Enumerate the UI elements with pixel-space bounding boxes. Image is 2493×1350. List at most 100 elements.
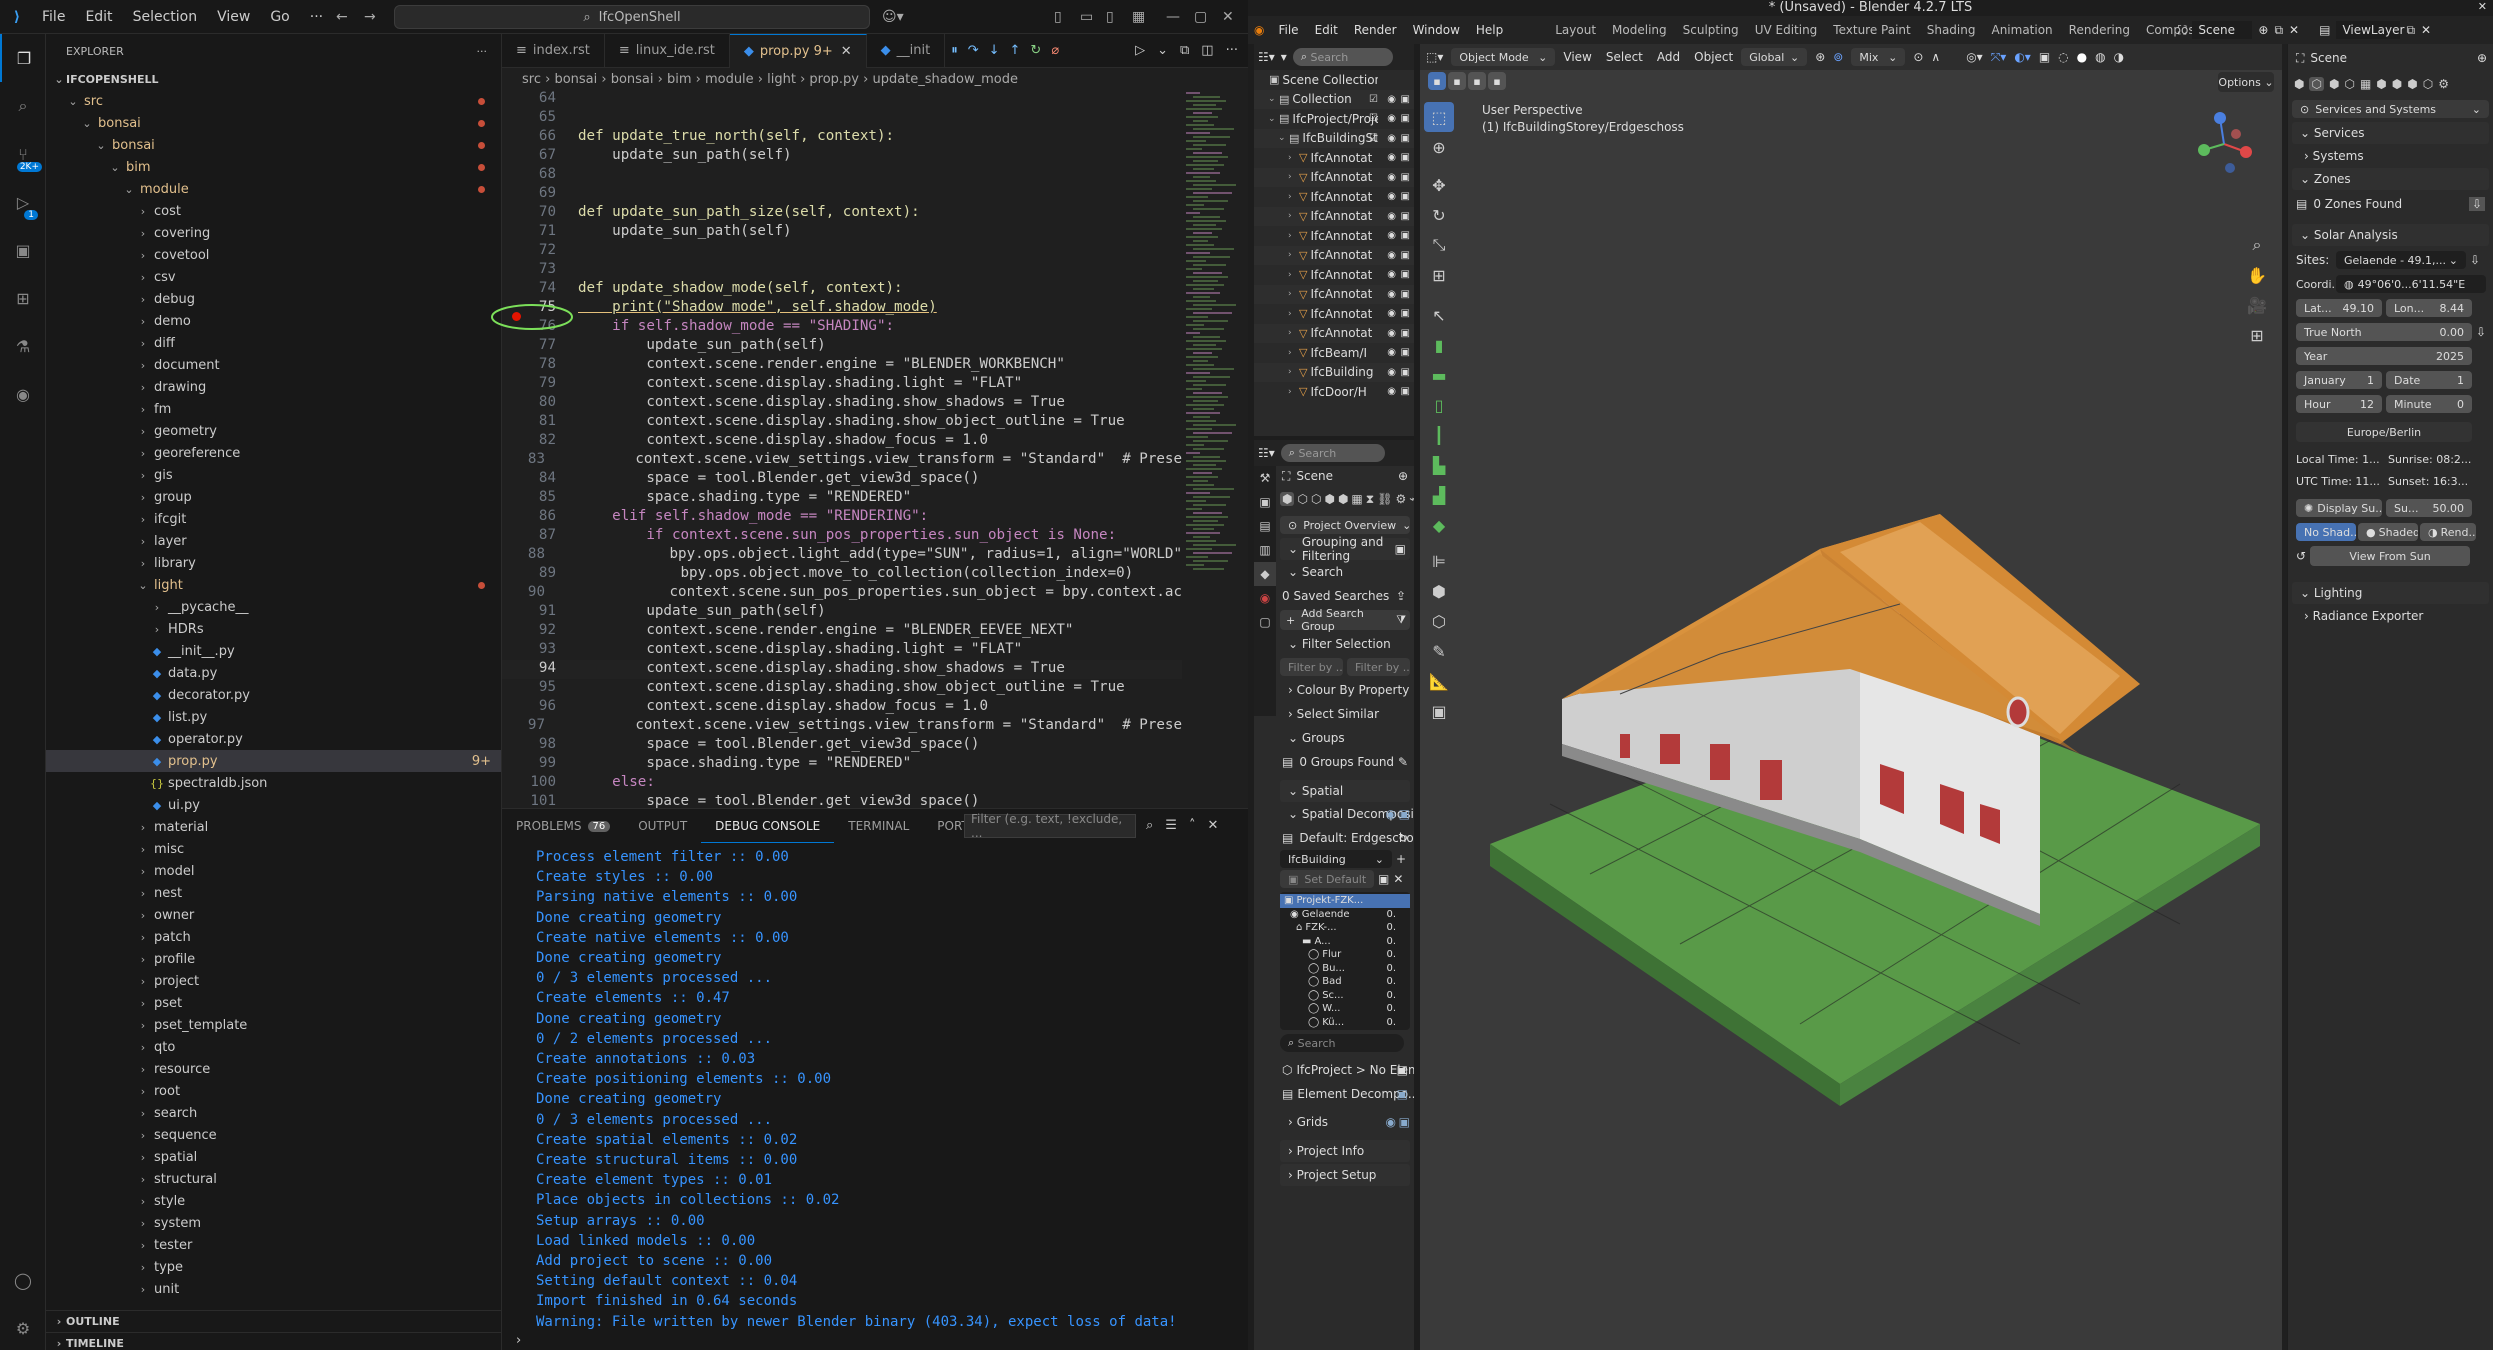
- folder-item[interactable]: › structural: [46, 1168, 501, 1190]
- folder-item[interactable]: › type: [46, 1256, 501, 1278]
- view-layer-new-icon[interactable]: ⧉: [2406, 23, 2415, 38]
- scene-name[interactable]: Scene: [2192, 21, 2253, 39]
- folder-item[interactable]: › spatial: [46, 1146, 501, 1168]
- folder-item[interactable]: › profile: [46, 948, 501, 970]
- structural-tab-icon[interactable]: ⬢: [2407, 77, 2417, 91]
- folder-item[interactable]: › tester: [46, 1234, 501, 1256]
- debug-disconnect-icon[interactable]: ⌀: [1051, 43, 1059, 58]
- properties-search[interactable]: ⌕ Search: [1280, 444, 1385, 462]
- select-similar-subsection[interactable]: › Select Similar: [1276, 704, 1414, 724]
- import-zones-icon[interactable]: ⇩: [2468, 197, 2485, 211]
- explorer-icon[interactable]: ❐: [0, 34, 46, 82]
- folder-item[interactable]: › patch: [46, 926, 501, 948]
- sun-size-field[interactable]: Su... 50.00: [2386, 499, 2472, 517]
- folder-item[interactable]: › library: [46, 552, 501, 574]
- render-icon[interactable]: ▣: [1401, 172, 1410, 183]
- workspace-tab-7[interactable]: Rendering: [2061, 23, 2138, 37]
- render-icon[interactable]: ▣: [1401, 328, 1410, 339]
- checkbox-icon[interactable]: ☑: [1369, 113, 1378, 124]
- spatial-section[interactable]: ⌄ Spatial: [1280, 780, 1410, 802]
- eye-icon[interactable]: ◉: [1387, 211, 1396, 222]
- copilot-icon[interactable]: ☺▾: [882, 9, 904, 25]
- grids-eye-icon[interactable]: ◉: [1386, 1115, 1396, 1129]
- hour-field[interactable]: Hour 12: [2296, 395, 2382, 413]
- no-shadow-button[interactable]: No Shad...: [2296, 523, 2356, 541]
- shaded-button[interactable]: ● Shaded: [2358, 523, 2418, 541]
- blender-menu-4[interactable]: Help: [1468, 23, 1511, 37]
- render-icon[interactable]: ▣: [1401, 386, 1410, 397]
- menu-item-4[interactable]: Go: [270, 9, 289, 25]
- date-field[interactable]: Date 1: [2386, 371, 2472, 389]
- render-icon[interactable]: ▣: [1401, 211, 1410, 222]
- folder-item[interactable]: › covetool: [46, 244, 501, 266]
- sheets-tab-icon[interactable]: ▦: [2360, 77, 2371, 91]
- eye-icon[interactable]: ◉: [1387, 250, 1396, 261]
- drawings-tab-icon[interactable]: ⬡: [2344, 77, 2354, 91]
- render-icon[interactable]: ▣: [1401, 230, 1410, 241]
- breakpoint-dot[interactable]: [512, 312, 521, 321]
- chevron-right-icon[interactable]: ›: [1288, 172, 1296, 182]
- debug-restart-icon[interactable]: ↻: [1030, 43, 1041, 58]
- spatial-tree-row[interactable]: ▬ A... 0.: [1280, 935, 1410, 949]
- tab-0[interactable]: ≡ index.rst: [502, 33, 605, 68]
- settings-tab-icon[interactable]: ⚙: [2438, 77, 2449, 91]
- cost-tab-icon[interactable]: ⬢: [2392, 77, 2402, 91]
- folder-item[interactable]: › geometry: [46, 420, 501, 442]
- run-debug-icon[interactable]: ▷ 1: [0, 178, 46, 226]
- folder-item[interactable]: › search: [46, 1102, 501, 1124]
- panel-tab-1[interactable]: OUTPUT: [624, 809, 701, 843]
- eye-icon[interactable]: ◉: [1387, 328, 1396, 339]
- folder-item[interactable]: ⌄ bonsai: [46, 112, 501, 134]
- menu-item-5[interactable]: ···: [310, 9, 323, 25]
- outliner-row[interactable]: › ▽ IfcDoor/H ◉ ▣: [1254, 382, 1414, 402]
- file-item[interactable]: ◆ operator.py: [46, 728, 501, 750]
- outliner-row[interactable]: › ▽ IfcAnnotat ◉ ▣: [1254, 323, 1414, 343]
- drawings-tab-icon[interactable]: ⬢: [1324, 492, 1334, 506]
- folder-item[interactable]: ⌄ bim: [46, 156, 501, 178]
- folder-item[interactable]: › pset: [46, 992, 501, 1014]
- outliner-editor-icon[interactable]: ☷▾: [1258, 50, 1275, 64]
- file-item[interactable]: ◆ list.py: [46, 706, 501, 728]
- folder-item[interactable]: › cost: [46, 200, 501, 222]
- forward-icon[interactable]: →: [364, 9, 376, 25]
- folder-item[interactable]: › project: [46, 970, 501, 992]
- view-layer-delete-icon[interactable]: ✕: [2421, 23, 2431, 37]
- sites-import-icon[interactable]: ⇩: [2470, 253, 2480, 267]
- tab-close-icon[interactable]: ✕: [841, 44, 852, 59]
- maximize-icon[interactable]: ▢: [1194, 9, 1207, 25]
- true-north-field[interactable]: True North 0.00: [2296, 323, 2472, 341]
- display-sun-toggle[interactable]: ✺ Display Su...: [2296, 499, 2382, 517]
- radiance-exporter-subsection[interactable]: › Radiance Exporter: [2288, 606, 2493, 626]
- outliner-filter-icon[interactable]: ▾: [1281, 50, 1287, 64]
- chevron-right-icon[interactable]: ›: [1288, 328, 1296, 338]
- eye-icon[interactable]: ◉: [1387, 386, 1396, 397]
- folder-item[interactable]: › sequence: [46, 1124, 501, 1146]
- folder-item[interactable]: › georeference: [46, 442, 501, 464]
- file-item[interactable]: ◆ __init__.py: [46, 640, 501, 662]
- file-item[interactable]: ◆ decorator.py: [46, 684, 501, 706]
- properties-editor-icon[interactable]: ☷▾: [1258, 446, 1275, 460]
- chevron-right-icon[interactable]: ›: [1288, 367, 1296, 377]
- checkbox-icon[interactable]: ☑: [1369, 133, 1378, 144]
- delete-icon[interactable]: ✕: [1393, 872, 1403, 886]
- pin-icon[interactable]: ⊕: [2477, 51, 2487, 65]
- scene-tab-icon[interactable]: ◆: [1254, 562, 1276, 586]
- rendered-button[interactable]: ◑ Rend...: [2420, 523, 2476, 541]
- refresh-icon[interactable]: ↻: [1398, 831, 1408, 845]
- add-search-group-button[interactable]: + Add Search Group ⧩: [1280, 607, 1410, 633]
- eye-icon[interactable]: ◉: [1387, 367, 1396, 378]
- sites-dropdown[interactable]: Gelaende - 49.1,... ⌄: [2336, 251, 2466, 269]
- render-tab-icon[interactable]: ▣: [1254, 490, 1276, 514]
- filter-by-button-2[interactable]: Filter by ...: [1347, 658, 1410, 676]
- search-view-icon[interactable]: ⌕: [0, 82, 46, 130]
- render-icon[interactable]: ▣: [1401, 113, 1410, 124]
- outliner-row[interactable]: › ▽ IfcAnnotat ◉ ▣: [1254, 167, 1414, 187]
- folder-item[interactable]: › pset_template: [46, 1014, 501, 1036]
- project-setup-section[interactable]: › Project Setup: [1280, 1164, 1410, 1186]
- extensions-icon[interactable]: ⊞: [0, 274, 46, 322]
- view-layer-tab-icon[interactable]: ▥: [1254, 538, 1276, 562]
- minimap[interactable]: [1182, 90, 1238, 808]
- file-item[interactable]: ◆ prop.py 9+: [46, 750, 501, 772]
- outliner-row[interactable]: › ▽ IfcAnnotat ◉ ▣: [1254, 284, 1414, 304]
- schedule-tab-icon[interactable]: ▦: [1351, 492, 1362, 506]
